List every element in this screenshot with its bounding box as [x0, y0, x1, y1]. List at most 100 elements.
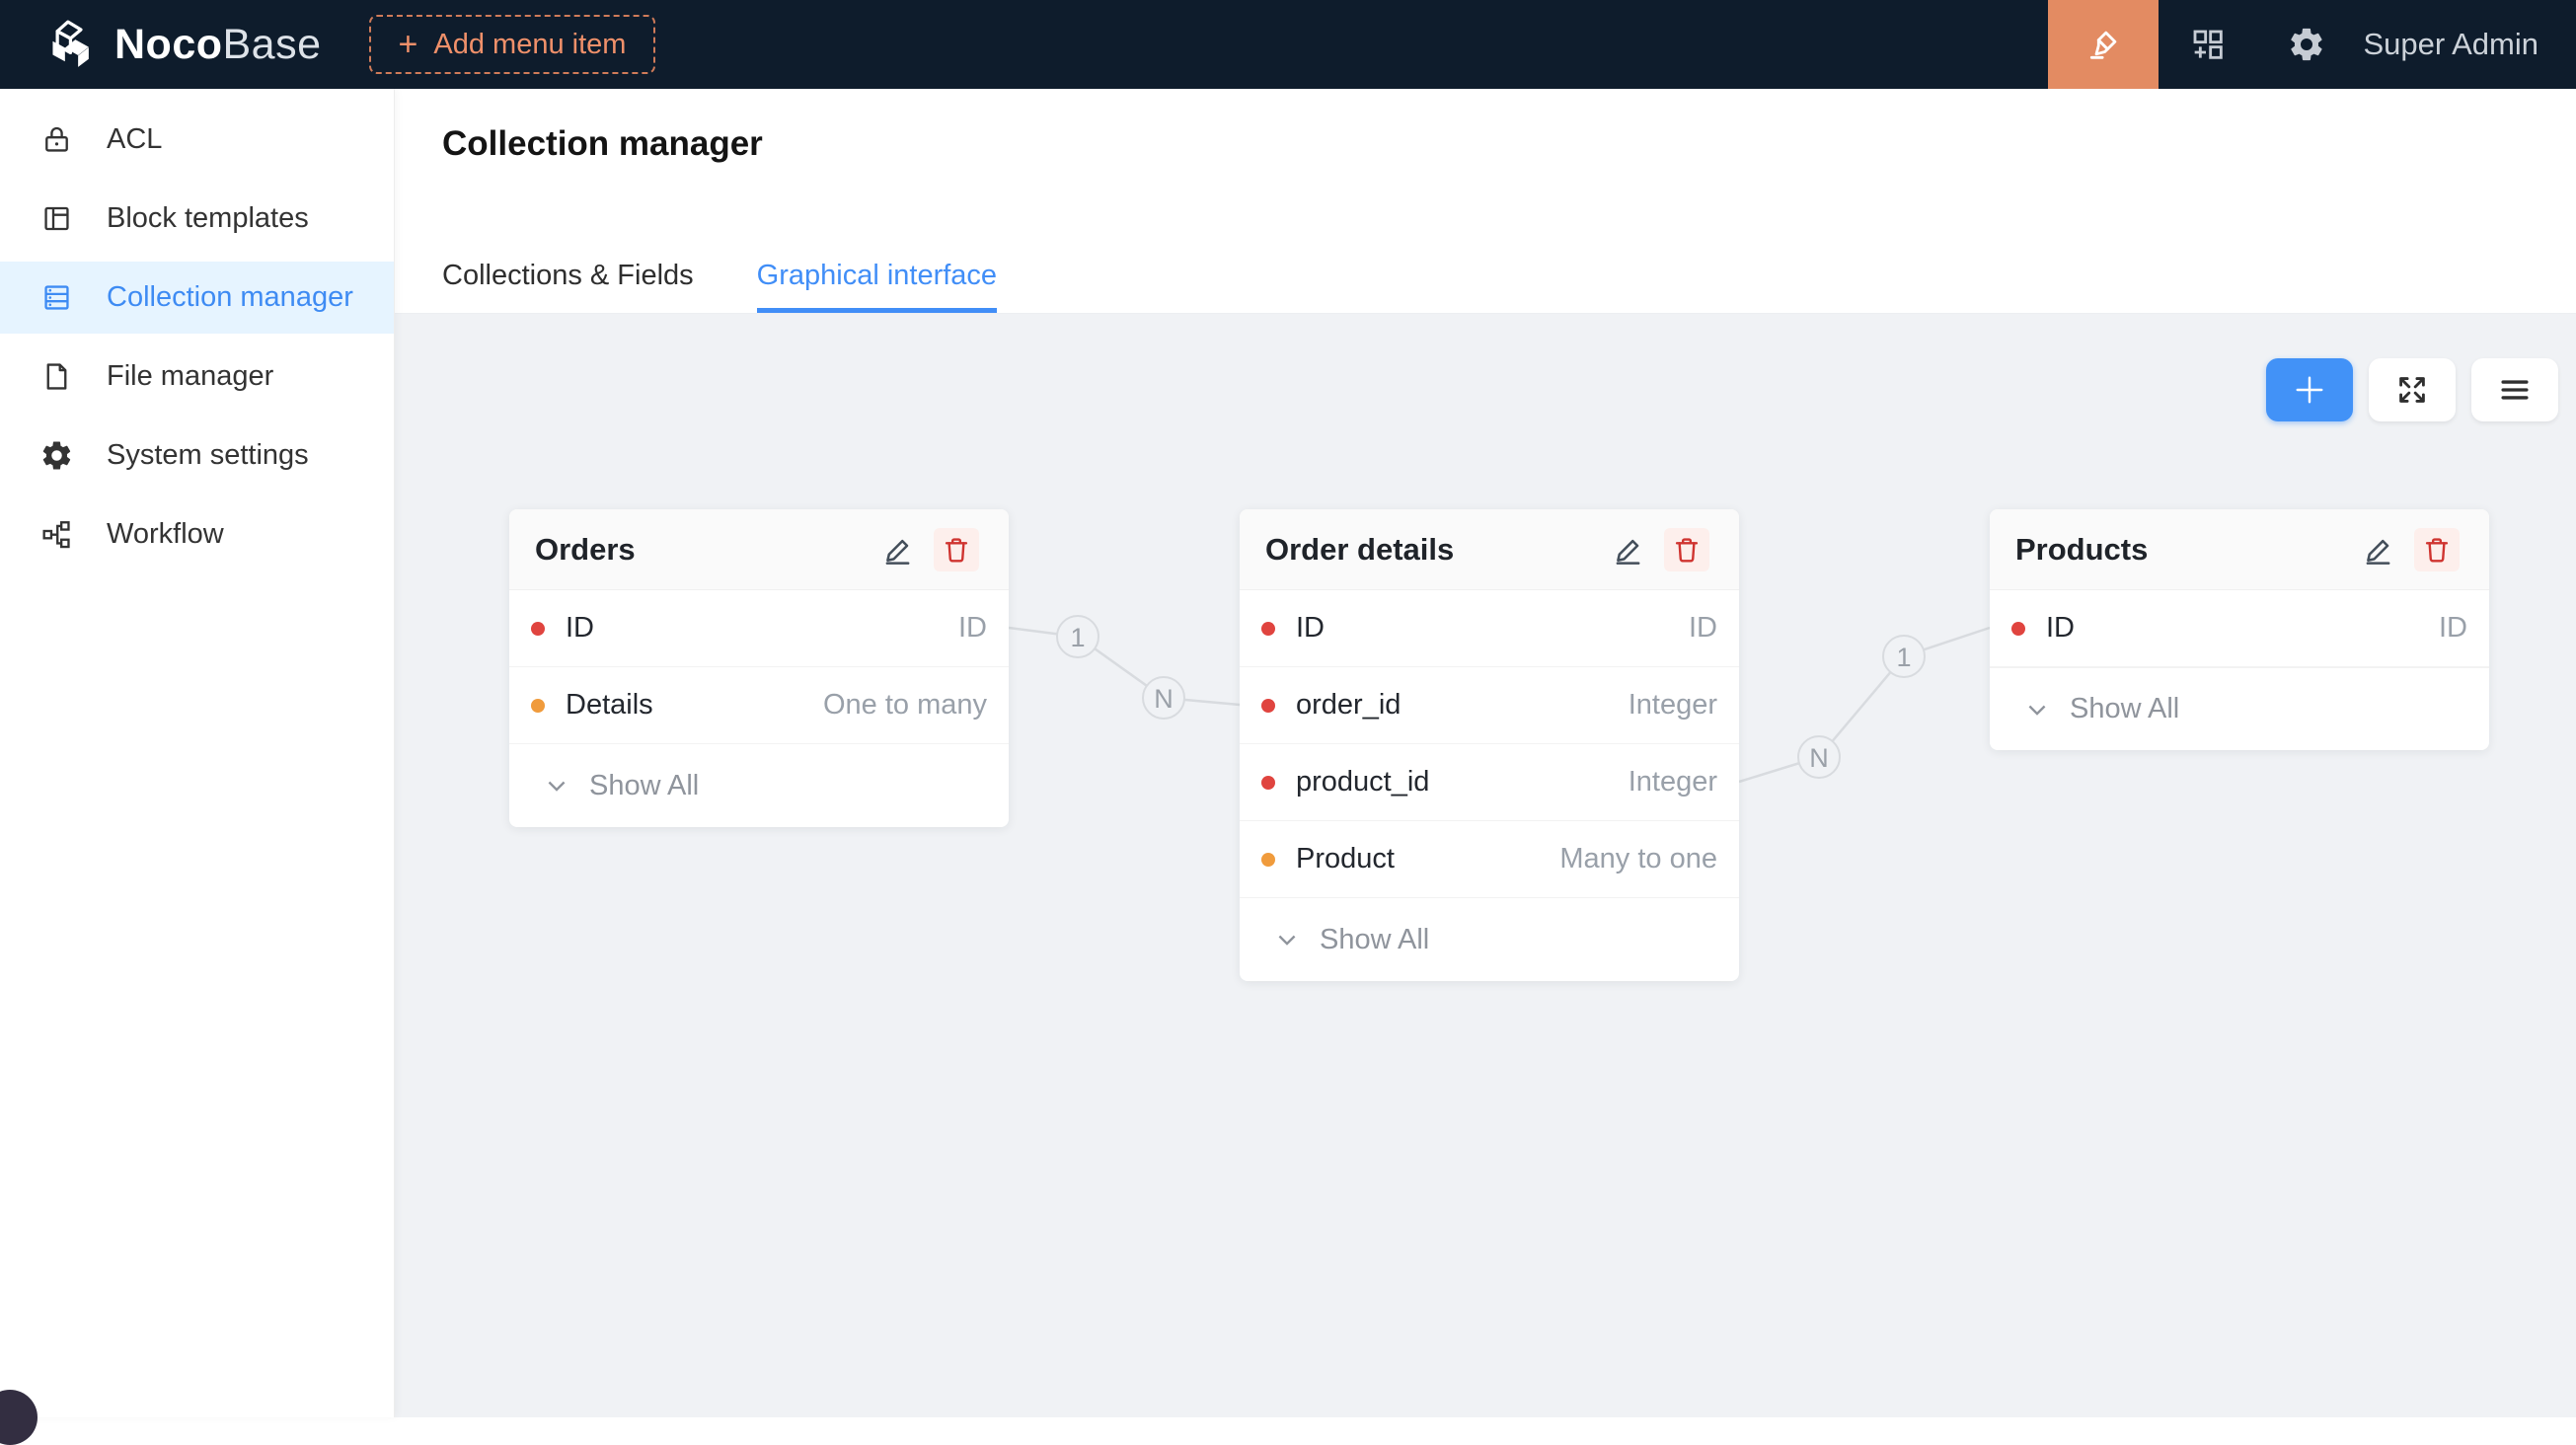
edit-collection-button[interactable]: [1609, 530, 1648, 570]
field-name: Product: [1296, 843, 1559, 875]
primary-key-dot: [2011, 622, 2025, 636]
fullscreen-button[interactable]: [2369, 358, 2456, 421]
foreign-key-dot: [1261, 699, 1275, 713]
graph-canvas[interactable]: 1 N N 1 Orders: [395, 314, 2576, 1417]
graph-toolbar: [2266, 358, 2558, 421]
page-header: Collection manager Collections & Fields …: [395, 89, 2576, 314]
file-icon: [39, 359, 74, 394]
primary-key-dot: [531, 622, 545, 636]
plugins-button[interactable]: [2159, 0, 2257, 89]
sidebar-item-workflow[interactable]: Workflow: [0, 498, 394, 570]
cardinality-badge: N: [1798, 736, 1840, 778]
entity-card-products[interactable]: Products ID ID: [1990, 509, 2489, 750]
nocobase-logo[interactable]: NocoBase: [45, 17, 322, 72]
field-type: Many to one: [1559, 843, 1717, 875]
field-row[interactable]: ID ID: [1240, 590, 1739, 667]
entity-card-orders[interactable]: Orders ID ID: [509, 509, 1009, 827]
cardinality-badge: 1: [1883, 636, 1925, 677]
brand-text: NocoBase: [114, 21, 322, 69]
entity-header: Orders: [509, 509, 1009, 590]
connection-line: [1739, 628, 1990, 782]
tab-bar: Collections & Fields Graphical interface: [442, 260, 2576, 313]
gear-icon: [2287, 25, 2326, 64]
sidebar: ACL Block templates Collection manager F…: [0, 89, 395, 1417]
pen-icon: [1610, 531, 1647, 569]
show-all-label: Show All: [589, 770, 699, 802]
field-row[interactable]: Product Many to one: [1240, 821, 1739, 898]
main-content: Collection manager Collections & Fields …: [395, 89, 2576, 1417]
entity-header: Order details: [1240, 509, 1739, 590]
lock-icon: [39, 122, 74, 157]
pen-icon: [879, 531, 917, 569]
field-name: ID: [1296, 612, 1689, 645]
workflow-icon: [39, 517, 74, 552]
plus-icon: +: [399, 28, 418, 61]
sidebar-item-label: Collection manager: [107, 281, 353, 314]
fullscreen-icon: [2393, 371, 2431, 409]
field-type: Integer: [1629, 766, 1717, 799]
designer-mode-button[interactable]: [2048, 0, 2159, 89]
sidebar-item-collection-manager[interactable]: Collection manager: [0, 262, 394, 334]
relation-dot: [531, 699, 545, 713]
gear-icon: [39, 438, 74, 473]
edit-collection-button[interactable]: [878, 530, 918, 570]
field-name: Details: [566, 689, 823, 722]
relation-dot: [1261, 853, 1275, 867]
sidebar-item-system-settings[interactable]: System settings: [0, 419, 394, 492]
field-row[interactable]: ID ID: [509, 590, 1009, 667]
delete-collection-button[interactable]: [934, 528, 979, 571]
tab-collections-fields[interactable]: Collections & Fields: [442, 260, 694, 313]
chevron-down-icon: [2023, 696, 2051, 723]
hamburger-icon: [2496, 371, 2534, 409]
database-icon: [39, 280, 74, 315]
sidebar-item-block-templates[interactable]: Block templates: [0, 183, 394, 255]
entity-header: Products: [1990, 509, 2489, 590]
sidebar-item-label: Block templates: [107, 202, 309, 235]
field-row[interactable]: ID ID: [1990, 590, 2489, 667]
field-row[interactable]: product_id Integer: [1240, 744, 1739, 821]
sidebar-item-label: File manager: [107, 360, 273, 393]
entity-title: Orders: [535, 532, 878, 568]
trash-icon: [2420, 533, 2454, 567]
entity-title: Products: [2015, 532, 2359, 568]
entity-card-order-details[interactable]: Order details ID ID: [1240, 509, 1739, 981]
add-collection-button[interactable]: [2266, 358, 2353, 421]
collection-list-button[interactable]: [2471, 358, 2558, 421]
field-name: order_id: [1296, 689, 1629, 722]
settings-button[interactable]: [2257, 0, 2356, 89]
show-all-button[interactable]: Show All: [1990, 667, 2489, 750]
svg-text:N: N: [1809, 743, 1829, 773]
trash-icon: [940, 533, 973, 567]
delete-collection-button[interactable]: [1664, 528, 1709, 571]
sidebar-item-acl[interactable]: ACL: [0, 104, 394, 176]
pen-icon: [2360, 531, 2397, 569]
field-name: ID: [2046, 612, 2439, 645]
chevron-down-icon: [1273, 926, 1301, 953]
add-menu-item-label: Add menu item: [433, 29, 626, 61]
field-row[interactable]: order_id Integer: [1240, 667, 1739, 744]
connection-line: [1009, 628, 1240, 705]
field-type: ID: [958, 612, 987, 645]
field-type: ID: [1689, 612, 1717, 645]
sidebar-item-label: Workflow: [107, 518, 224, 551]
field-name: ID: [566, 612, 958, 645]
edit-collection-button[interactable]: [2359, 530, 2398, 570]
top-navbar: NocoBase + Add menu item Super Admin: [0, 0, 2576, 89]
field-type: One to many: [823, 689, 987, 722]
highlighter-icon: [2083, 24, 2124, 65]
field-name: product_id: [1296, 766, 1629, 799]
svg-text:N: N: [1154, 684, 1174, 714]
plugins-icon: [2188, 25, 2228, 64]
show-all-button[interactable]: Show All: [1240, 898, 1739, 981]
field-row[interactable]: Details One to many: [509, 667, 1009, 744]
show-all-button[interactable]: Show All: [509, 744, 1009, 827]
user-menu[interactable]: Super Admin: [2364, 27, 2539, 62]
delete-collection-button[interactable]: [2414, 528, 2460, 571]
tab-graphical-interface[interactable]: Graphical interface: [757, 260, 997, 313]
primary-key-dot: [1261, 622, 1275, 636]
sidebar-item-file-manager[interactable]: File manager: [0, 341, 394, 413]
cube-icon: [45, 17, 101, 72]
entity-title: Order details: [1265, 532, 1609, 568]
add-menu-item-button[interactable]: + Add menu item: [369, 15, 656, 74]
show-all-label: Show All: [1320, 924, 1429, 956]
